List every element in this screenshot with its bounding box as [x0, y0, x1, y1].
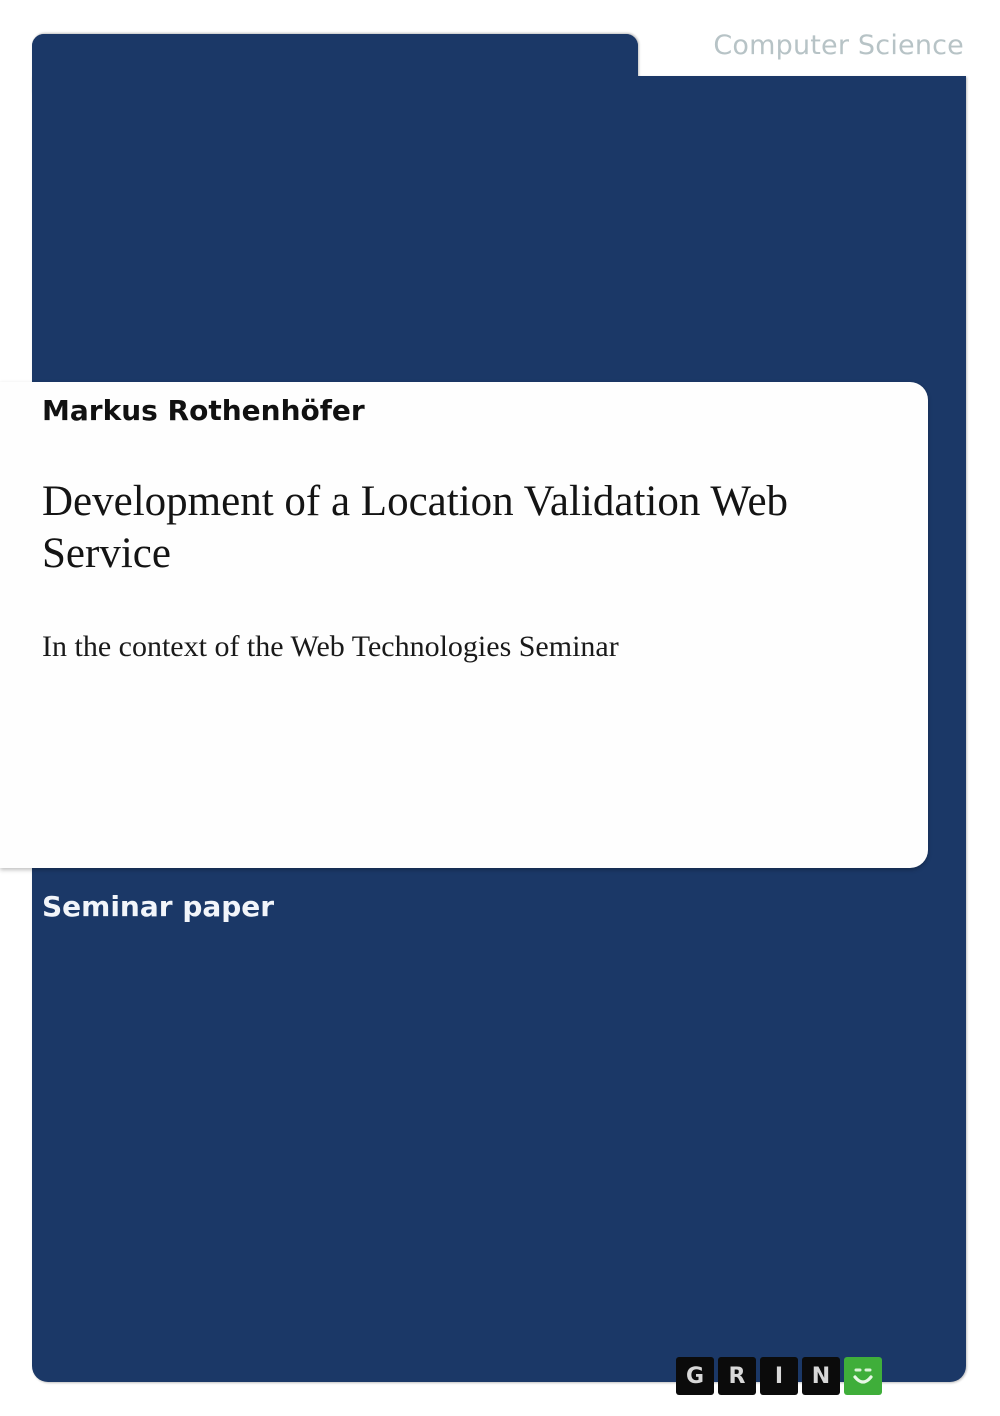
grin-letter-i: I	[760, 1357, 798, 1395]
grin-letter-g: G	[676, 1357, 714, 1395]
book-title: Development of a Location Validation Web…	[42, 478, 789, 577]
cover-background-top	[32, 34, 638, 114]
grin-letter-r: R	[718, 1357, 756, 1395]
category-label: Computer Science	[713, 30, 964, 61]
title-card	[0, 382, 928, 868]
paper-type-label: Seminar paper	[42, 890, 275, 923]
grin-logo: G R I N	[676, 1357, 882, 1395]
grin-letter-n: N	[802, 1357, 840, 1395]
book-subtitle: In the context of the Web Technologies S…	[42, 630, 619, 663]
author-name: Markus Rothenhöfer	[42, 394, 365, 427]
smiley-icon	[844, 1357, 882, 1395]
